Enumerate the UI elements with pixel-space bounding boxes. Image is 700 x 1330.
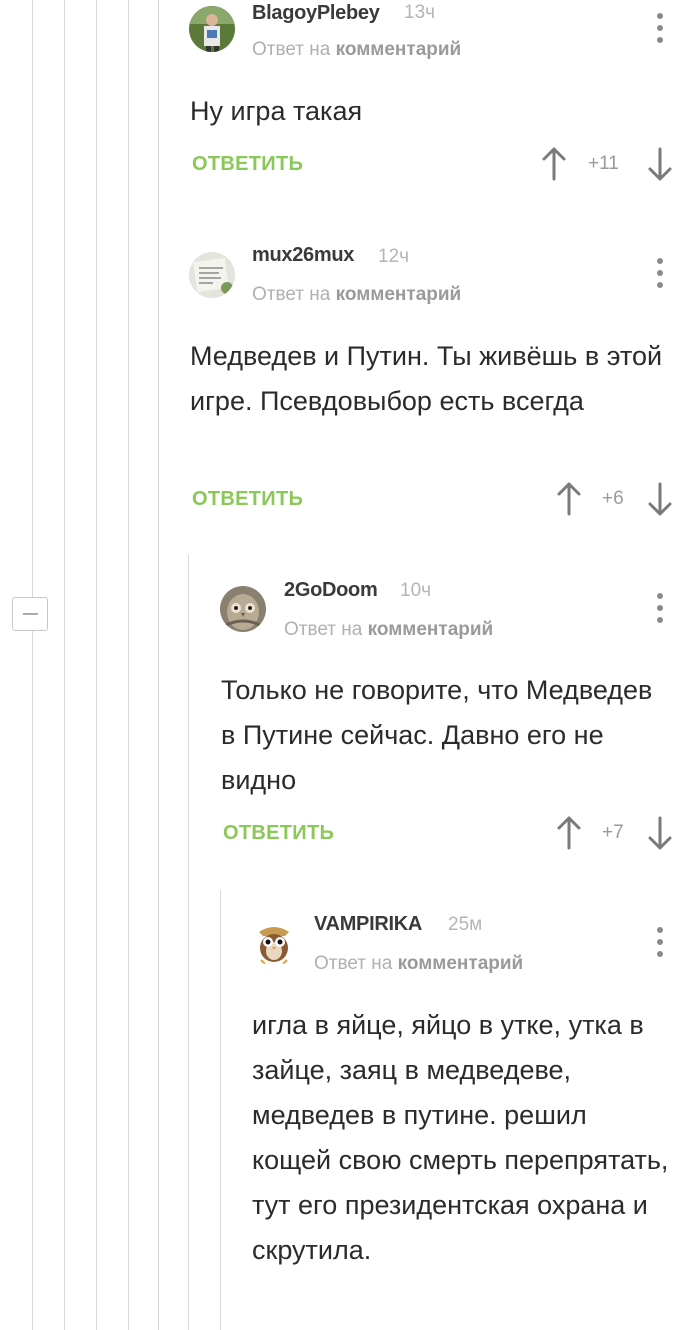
thread-line-7 xyxy=(220,890,221,1330)
username[interactable]: mux26mux xyxy=(252,244,354,267)
avatar[interactable] xyxy=(189,252,235,298)
comment-rating: +7 xyxy=(602,822,624,843)
comment-rating: +6 xyxy=(602,488,624,509)
comment-text: Медведев и Путин. Ты живёшь в этой игре.… xyxy=(190,341,663,416)
reply-button[interactable]: ОТВЕТИТЬ xyxy=(192,488,303,511)
comment-text: Только не говорите, что Медведев в Путин… xyxy=(221,675,653,795)
avatar[interactable] xyxy=(189,6,235,52)
more-vertical-icon[interactable] xyxy=(652,10,668,46)
comment-text: игла в яйце, яйцо в утке, утка в зайце, … xyxy=(252,1010,669,1265)
reply-to-prefix: Ответ на xyxy=(252,284,331,305)
more-vertical-icon[interactable] xyxy=(652,590,668,626)
username[interactable]: VAMPIRIKA xyxy=(314,913,422,936)
reply-to-link[interactable]: комментарий xyxy=(368,619,494,640)
reply-to-info: Ответ на комментарий xyxy=(252,39,461,61)
more-vertical-icon[interactable] xyxy=(652,924,668,960)
arrow-down-icon[interactable] xyxy=(646,146,674,182)
reply-button[interactable]: ОТВЕТИТЬ xyxy=(223,822,334,845)
collapse-thread-button[interactable] xyxy=(12,597,48,631)
thread-line-5 xyxy=(158,0,159,1330)
arrow-up-icon[interactable] xyxy=(540,146,568,182)
arrow-up-icon[interactable] xyxy=(555,815,583,851)
reply-to-prefix: Ответ на xyxy=(284,619,363,640)
comment-rating: +11 xyxy=(588,153,619,174)
reply-to-link[interactable]: комментарий xyxy=(336,284,462,305)
reply-to-link[interactable]: комментарий xyxy=(398,953,524,974)
username[interactable]: BlagoyPlebey xyxy=(252,2,380,25)
more-vertical-icon[interactable] xyxy=(652,255,668,291)
comment-time: 12ч xyxy=(378,246,410,267)
reply-to-info: Ответ на комментарий xyxy=(284,619,493,641)
arrow-down-icon[interactable] xyxy=(646,815,674,851)
thread-line-2 xyxy=(64,0,65,1330)
thread-line-1 xyxy=(32,0,33,1330)
comment-text: Ну игра такая xyxy=(190,96,363,126)
reply-button[interactable]: ОТВЕТИТЬ xyxy=(192,153,303,176)
reply-to-prefix: Ответ на xyxy=(314,953,393,974)
comment-time: 10ч xyxy=(400,580,432,601)
reply-to-info: Ответ на комментарий xyxy=(252,284,461,306)
arrow-up-icon[interactable] xyxy=(555,481,583,517)
avatar[interactable] xyxy=(251,920,297,966)
arrow-down-icon[interactable] xyxy=(646,481,674,517)
username[interactable]: 2GoDoom xyxy=(284,579,378,602)
thread-line-4 xyxy=(128,0,129,1330)
reply-to-link[interactable]: комментарий xyxy=(336,39,462,60)
minus-icon xyxy=(23,613,38,615)
thread-line-6 xyxy=(188,555,189,1330)
avatar[interactable] xyxy=(220,586,266,632)
reply-to-prefix: Ответ на xyxy=(252,39,331,60)
comment-time: 25м xyxy=(448,914,483,935)
reply-to-info: Ответ на комментарий xyxy=(314,953,523,975)
comment-time: 13ч xyxy=(404,2,436,23)
thread-line-3 xyxy=(96,0,97,1330)
